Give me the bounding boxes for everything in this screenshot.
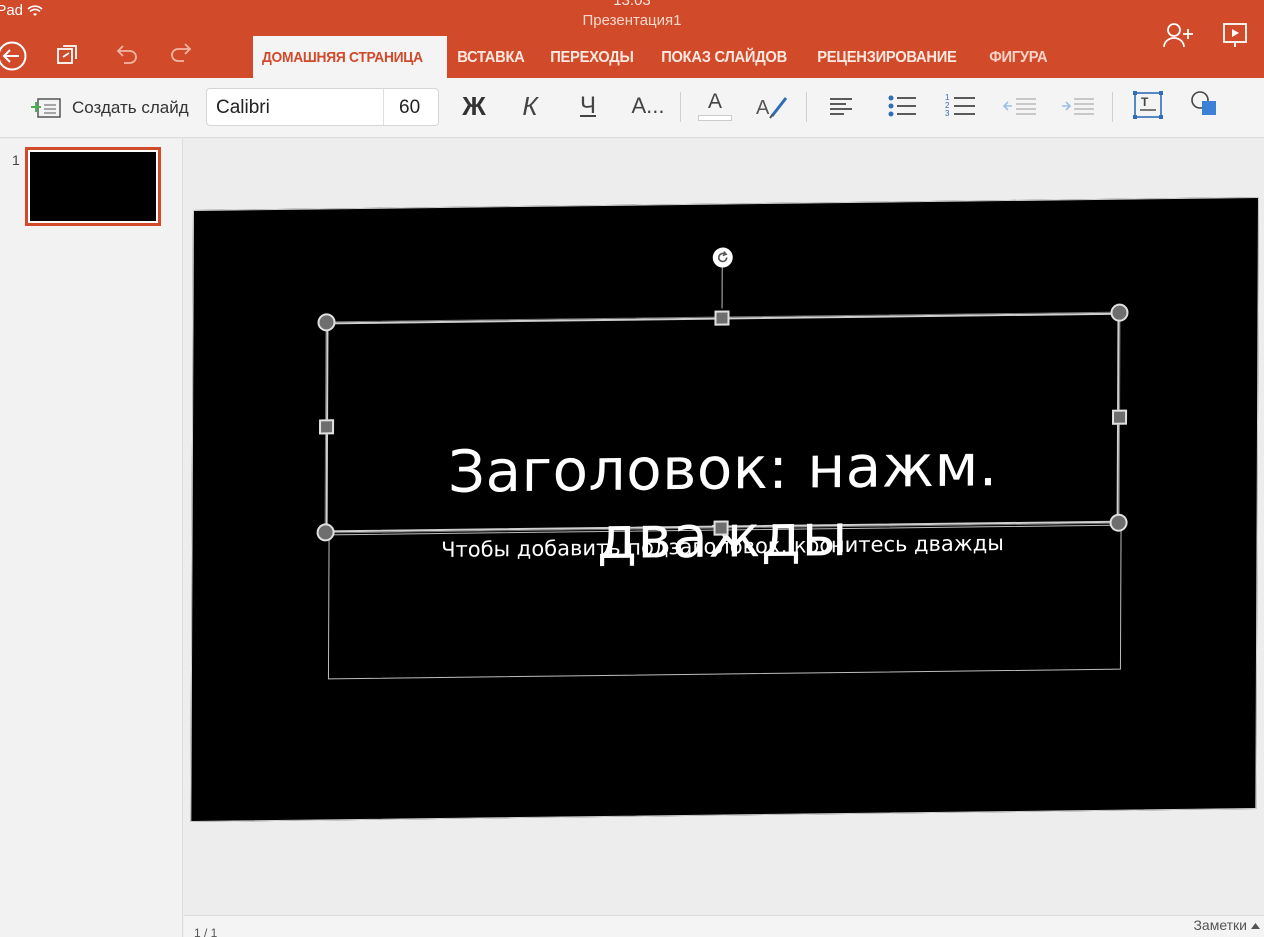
- resize-handle-right[interactable]: [1112, 409, 1128, 425]
- thumbnail-number: 1: [12, 152, 20, 168]
- document-title[interactable]: Презентация1: [0, 12, 1264, 29]
- rotation-handle-stem: [721, 262, 723, 309]
- slide-wrapper: Заголовок: нажм. дважды Чтобы добавить п…: [190, 196, 1259, 823]
- font-size-field[interactable]: 60: [399, 97, 420, 119]
- resize-handle-top[interactable]: [714, 310, 730, 326]
- bold-button[interactable]: Ж: [458, 88, 490, 124]
- slide[interactable]: Заголовок: нажм. дважды Чтобы добавить п…: [190, 196, 1259, 823]
- tab-slideshow[interactable]: ПОКАЗ СЛАЙДОВ: [652, 38, 796, 78]
- increase-indent-icon[interactable]: [1060, 88, 1096, 124]
- new-slide-label: Создать слайд: [72, 98, 189, 117]
- resize-handle-top-right[interactable]: [1110, 303, 1129, 322]
- new-slide-button[interactable]: Создать слайд: [30, 95, 189, 121]
- resize-handle-bottom-right[interactable]: [1109, 513, 1128, 532]
- share-icon[interactable]: [54, 40, 82, 68]
- text-box-icon[interactable]: T: [1130, 88, 1166, 124]
- slide-thumbnails-panel: 1: [0, 139, 183, 937]
- ribbon-divider: [1112, 92, 1113, 122]
- more-format-button[interactable]: А...: [628, 88, 668, 124]
- underline-button[interactable]: Ч: [572, 88, 604, 124]
- align-left-icon[interactable]: [826, 88, 856, 124]
- slide-thumbnail[interactable]: [25, 147, 161, 226]
- chevron-up-icon: [1251, 922, 1260, 929]
- font-color-button[interactable]: А: [696, 88, 734, 124]
- font-name-field[interactable]: Calibri: [216, 97, 270, 119]
- slide-thumbnail-preview: [30, 152, 156, 221]
- font-box-divider: [383, 89, 384, 125]
- tab-home-label: ДОМАШНЯЯ СТРАНИЦА: [262, 48, 423, 66]
- ribbon-divider: [806, 92, 807, 122]
- redo-icon[interactable]: [168, 38, 196, 64]
- rotate-icon[interactable]: [712, 247, 733, 268]
- resize-handle-left[interactable]: [319, 419, 335, 435]
- font-picker[interactable]: Calibri 60: [206, 88, 439, 126]
- resize-handle-bottom[interactable]: [713, 520, 729, 536]
- page-indicator: 1 / 1: [194, 926, 218, 937]
- font-color-swatch: [698, 115, 732, 121]
- numbered-list-icon[interactable]: 1 2 3: [942, 88, 978, 124]
- svg-text:T: T: [1141, 95, 1149, 109]
- shapes-icon[interactable]: [1188, 88, 1224, 124]
- bullet-list-icon[interactable]: [884, 88, 920, 124]
- tab-insert[interactable]: ВСТАВКА: [448, 38, 534, 78]
- ribbon-tabs: ДОМАШНЯЯ СТРАНИЦА ВСТАВКА ПЕРЕХОДЫ ПОКАЗ…: [253, 36, 1063, 78]
- new-slide-icon: [31, 98, 61, 118]
- status-footer: 1 / 1 Заметки: [184, 915, 1264, 937]
- title-bar: iPad 13:03 Презентация1 ДОМАШНЯЯ СТРАНИЦ…: [0, 0, 1264, 78]
- tab-transitions[interactable]: ПЕРЕХОДЫ: [541, 38, 643, 78]
- highlight-icon[interactable]: A: [754, 88, 790, 124]
- status-time: 13:03: [613, 0, 651, 9]
- notes-label: Заметки: [1193, 917, 1247, 933]
- ribbon-divider: [680, 92, 681, 122]
- tab-review[interactable]: РЕЦЕНЗИРОВАНИЕ: [808, 38, 966, 78]
- back-arrow-icon[interactable]: [0, 40, 30, 72]
- notes-button[interactable]: Заметки: [1193, 917, 1260, 933]
- svg-text:3: 3: [945, 109, 950, 118]
- add-person-icon[interactable]: [1162, 20, 1196, 50]
- svg-text:A: A: [756, 97, 770, 119]
- tab-home[interactable]: ДОМАШНЯЯ СТРАНИЦА: [253, 36, 447, 78]
- ribbon-toolbar: Создать слайд Calibri 60 Ж К Ч А... А A …: [0, 78, 1264, 138]
- present-icon[interactable]: [1220, 20, 1250, 50]
- tab-shape[interactable]: ФИГУРА: [980, 38, 1057, 78]
- decrease-indent-icon[interactable]: [1002, 88, 1038, 124]
- italic-button[interactable]: К: [514, 88, 546, 124]
- undo-icon[interactable]: [112, 40, 140, 66]
- font-color-label: А: [707, 90, 722, 113]
